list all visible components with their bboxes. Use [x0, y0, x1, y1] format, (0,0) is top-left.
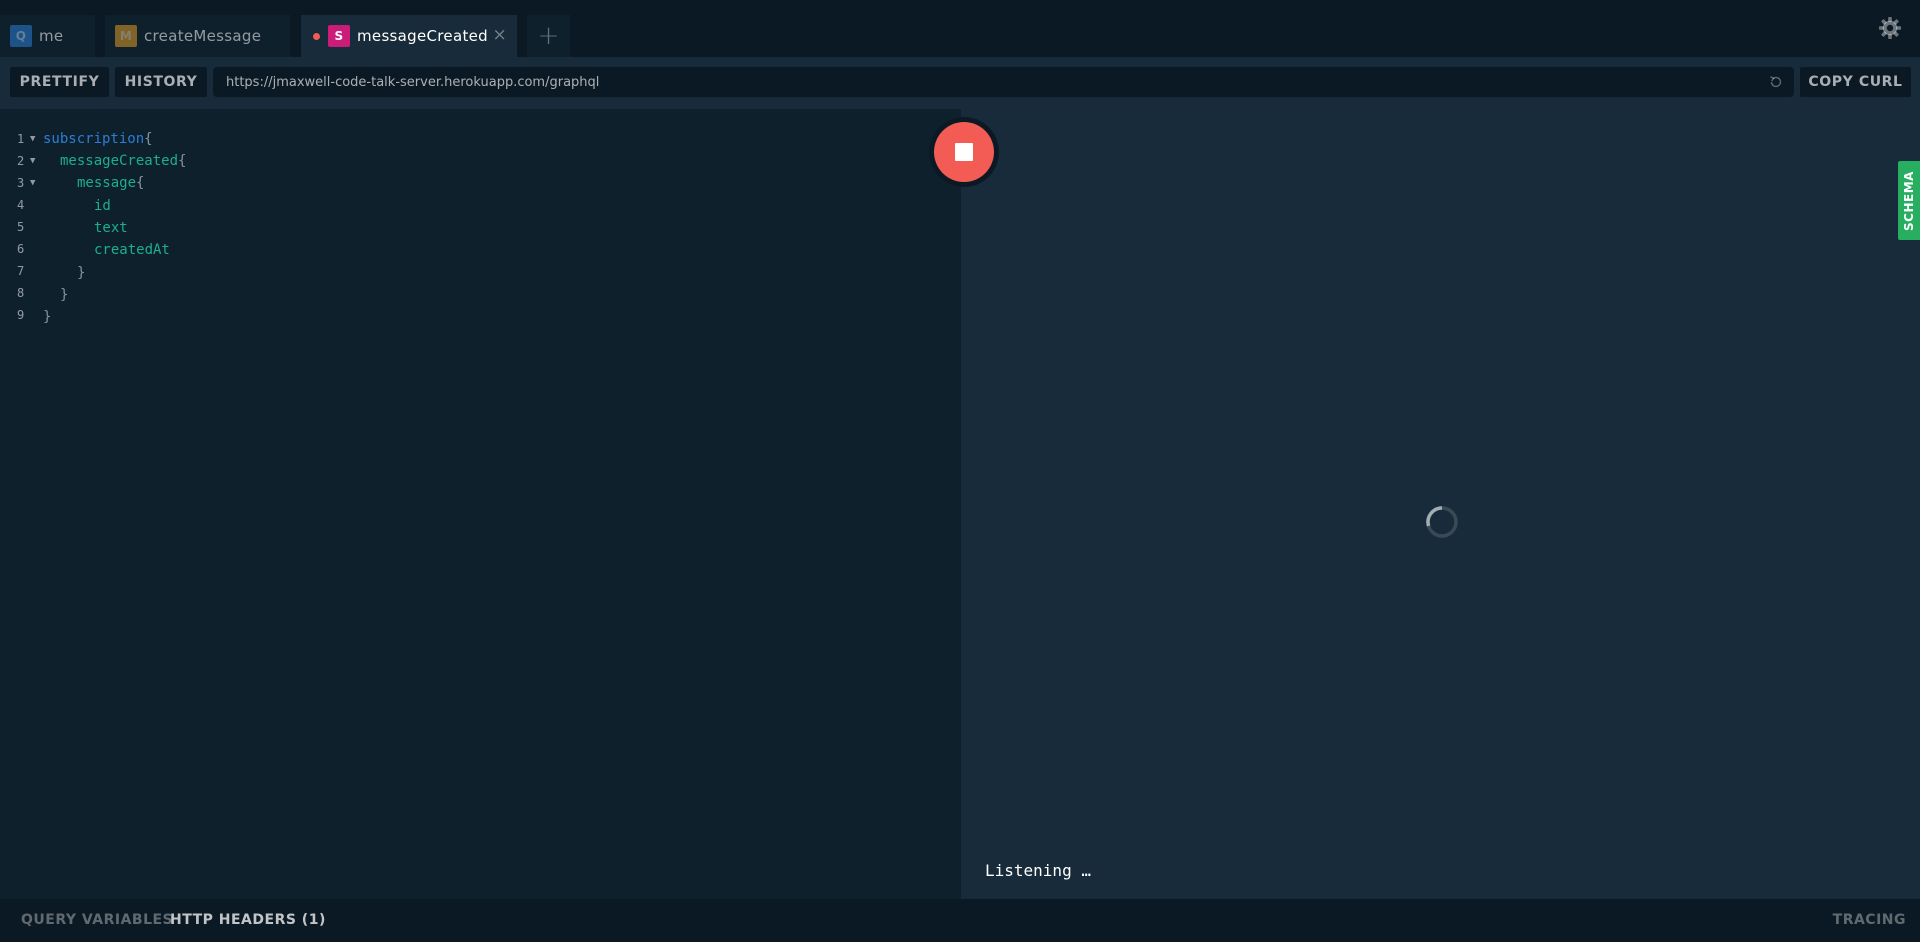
code-line: createdAt [94, 242, 170, 258]
tab-create-message[interactable]: M createMessage [105, 15, 290, 57]
bottom-bar: QUERY VARIABLES HTTP HEADERS (1) TRACING [0, 899, 1920, 942]
settings-gear-icon[interactable] [1878, 16, 1902, 40]
unsaved-dot [313, 32, 320, 40]
prettify-button[interactable]: PRETTIFY [10, 67, 109, 97]
code-line: } [77, 265, 86, 281]
subscription-status: Listening … [985, 861, 1091, 880]
code-line: } [43, 309, 52, 325]
gutter-line: 7 [17, 264, 25, 278]
stop-subscription-button[interactable] [929, 117, 999, 187]
query-badge: Q [10, 25, 32, 47]
gutter-line: 1 ▼ [17, 132, 36, 146]
stop-icon [955, 143, 973, 161]
code-line: subscription{ [43, 131, 153, 147]
reload-icon[interactable] [1768, 74, 1784, 90]
plus-icon: + [537, 21, 560, 51]
schema-tab[interactable]: SCHEMA [1898, 161, 1920, 240]
new-tab-button[interactable]: + [527, 15, 570, 57]
code-line: messageCreated{ [60, 153, 187, 169]
tab-me[interactable]: Q me [0, 15, 95, 57]
fold-arrow-icon[interactable]: ▼ [30, 156, 35, 166]
history-button[interactable]: HISTORY [115, 67, 207, 97]
loading-spinner-icon [1425, 505, 1459, 539]
query-editor[interactable]: 1 ▼ 2 ▼ 3 ▼ 4 5 6 7 8 9 subscription{ messa… [0, 109, 961, 899]
code-line: id [94, 198, 111, 214]
code-line: } [60, 287, 69, 303]
code-line: text [94, 220, 128, 236]
close-icon[interactable]: × [492, 26, 507, 44]
fold-arrow-icon[interactable]: ▼ [30, 134, 35, 144]
subscription-badge: S [328, 25, 350, 47]
tab-label: createMessage [144, 27, 262, 45]
endpoint-url-input[interactable]: https://jmaxwell-code-talk-server.heroku… [213, 67, 1794, 97]
query-variables-tab[interactable]: QUERY VARIABLES [21, 912, 173, 928]
mutation-badge: M [115, 25, 137, 47]
gutter-line: 4 [17, 198, 25, 212]
code-line: message{ [77, 175, 145, 191]
gutter-line: 3 ▼ [17, 176, 36, 190]
schema-tab-label: SCHEMA [1902, 170, 1917, 231]
gutter-line: 8 [17, 286, 25, 300]
toolbar: PRETTIFY HISTORY https://jmaxwell-code-t… [0, 57, 1920, 109]
fold-arrow-icon[interactable]: ▼ [30, 178, 35, 188]
gutter-line: 2 ▼ [17, 154, 36, 168]
tracing-tab[interactable]: TRACING [1833, 912, 1906, 928]
tab-message-created[interactable]: S messageCreated × [301, 15, 517, 57]
gutter-line: 5 [17, 220, 25, 234]
graphql-playground: Q me M createMessage S messageCreated × … [0, 0, 1920, 942]
tab-label: messageCreated [357, 27, 488, 45]
result-pane [961, 109, 1920, 899]
gutter-line: 9 [17, 308, 25, 322]
tab-label: me [39, 27, 64, 45]
http-headers-tab[interactable]: HTTP HEADERS (1) [170, 912, 326, 928]
copy-curl-button[interactable]: COPY CURL [1800, 67, 1911, 97]
gutter-line: 6 [17, 242, 25, 256]
tab-bar: Q me M createMessage S messageCreated × … [0, 0, 1920, 57]
endpoint-url-text: https://jmaxwell-code-talk-server.heroku… [226, 74, 600, 90]
stop-button-circle [934, 122, 994, 182]
